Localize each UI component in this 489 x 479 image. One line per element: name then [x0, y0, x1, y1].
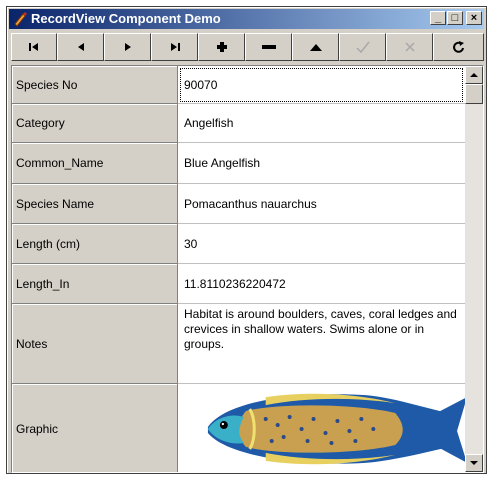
app-window: RecordView Component Demo _ □ × Species … [6, 6, 487, 474]
record-row-notes: Notes Habitat is around boulders, caves,… [12, 304, 465, 384]
field-value-notes[interactable]: Habitat is around boulders, caves, coral… [178, 304, 465, 384]
field-value-species-no[interactable]: 90070 [178, 66, 465, 104]
first-record-button[interactable] [11, 33, 57, 61]
field-label: Length (cm) [12, 224, 178, 264]
plus-icon [216, 42, 227, 52]
delete-record-button[interactable] [245, 33, 292, 61]
field-label: Notes [12, 304, 178, 384]
minimize-button[interactable]: _ [430, 11, 446, 25]
field-label: Category [12, 104, 178, 143]
refresh-icon [452, 41, 464, 53]
field-label: Common_Name [12, 143, 178, 184]
vertical-scrollbar[interactable] [465, 66, 483, 472]
record-row-graphic: Graphic [12, 384, 465, 472]
fish-image [207, 393, 465, 465]
record-row-species-no: Species No 90070 [12, 66, 465, 104]
next-icon [124, 43, 131, 51]
record-view-grid: Species No 90070 Category Angelfish Comm… [11, 65, 484, 473]
scroll-down-button[interactable] [465, 454, 483, 472]
x-icon [404, 42, 415, 52]
app-icon [14, 12, 27, 27]
scroll-thumb[interactable] [465, 84, 483, 104]
db-navigator [11, 33, 484, 61]
field-label: Graphic [12, 384, 178, 472]
field-label: Species Name [12, 184, 178, 224]
prior-icon [77, 43, 84, 51]
next-record-button[interactable] [104, 33, 151, 61]
field-label: Species No [12, 66, 178, 104]
field-value-graphic[interactable] [178, 384, 465, 472]
cancel-record-button[interactable] [386, 33, 433, 61]
title-bar[interactable]: RecordView Component Demo _ □ × [9, 9, 484, 29]
field-value-length-cm[interactable]: 30 [178, 224, 465, 264]
prior-record-button[interactable] [57, 33, 104, 61]
record-row-common-name: Common_Name Blue Angelfish [12, 143, 465, 184]
field-label: Length_In [12, 264, 178, 304]
first-icon [29, 43, 38, 51]
maximize-button[interactable]: □ [447, 11, 463, 25]
record-row-length-in: Length_In 11.8110236220472 [12, 264, 465, 304]
field-value-category[interactable]: Angelfish [178, 104, 465, 143]
edit-record-button[interactable] [292, 33, 339, 61]
up-triangle-icon [309, 44, 322, 51]
insert-record-button[interactable] [198, 33, 245, 61]
record-row-species-name: Species Name Pomacanthus nauarchus [12, 184, 465, 224]
field-value-length-in[interactable]: 11.8110236220472 [178, 264, 465, 304]
last-icon [170, 43, 180, 51]
minimize-icon: _ [434, 12, 442, 24]
minus-icon [261, 45, 276, 49]
check-icon [355, 41, 370, 54]
close-icon: × [470, 12, 478, 24]
record-row-length-cm: Length (cm) 30 [12, 224, 465, 264]
scroll-up-icon [470, 73, 478, 77]
field-value-species-name[interactable]: Pomacanthus nauarchus [178, 184, 465, 224]
scroll-down-icon [470, 461, 478, 465]
scroll-up-button[interactable] [465, 66, 483, 84]
window-title: RecordView Component Demo [31, 11, 221, 26]
post-record-button[interactable] [339, 33, 386, 61]
maximize-icon: □ [451, 12, 459, 24]
close-button[interactable]: × [466, 11, 482, 25]
last-record-button[interactable] [151, 33, 198, 61]
field-value-common-name[interactable]: Blue Angelfish [178, 143, 465, 184]
record-row-category: Category Angelfish [12, 104, 465, 143]
refresh-record-button[interactable] [433, 33, 484, 61]
